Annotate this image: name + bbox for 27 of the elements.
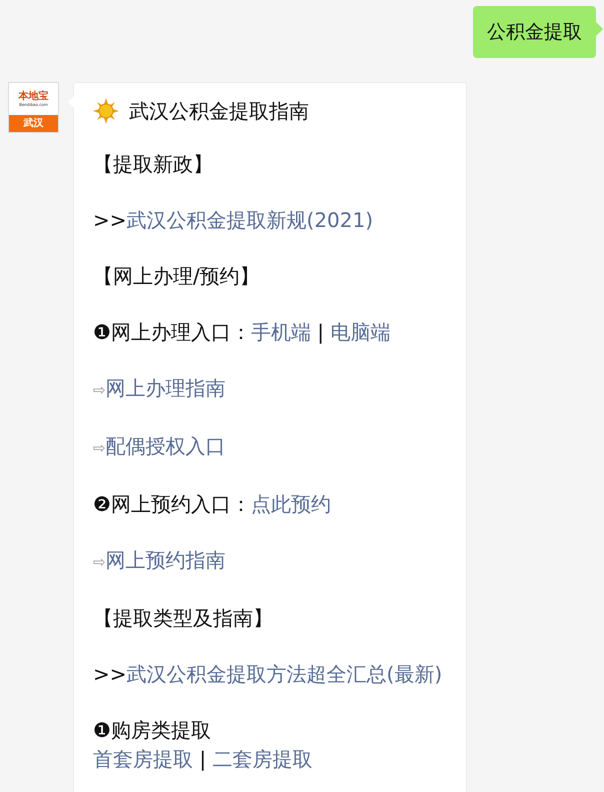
link[interactable]: 网上预约指南 bbox=[106, 548, 226, 572]
link[interactable]: 武汉公积金提取新规(2021) bbox=[126, 208, 374, 232]
link[interactable]: 首套房提取 bbox=[93, 747, 193, 771]
message-text: 公积金提取 bbox=[487, 20, 582, 45]
link[interactable]: 配偶授权入口 bbox=[106, 434, 226, 458]
text-line: >>武汉公积金提取新规(2021) bbox=[93, 207, 374, 234]
sun-icon bbox=[93, 98, 119, 124]
link[interactable]: 武汉公积金提取方法超全汇总(最新) bbox=[126, 662, 442, 686]
text-line: ❷网上预约入口：点此预约 bbox=[93, 491, 332, 518]
text-line: ❶购房类提取 bbox=[93, 717, 212, 744]
text-line: 【网上办理/预约】 bbox=[93, 263, 261, 290]
message-title: 武汉公积金提取指南 bbox=[129, 98, 309, 125]
link[interactable]: 电脑端 bbox=[330, 320, 390, 344]
text-line: >>武汉公积金提取方法超全汇总(最新) bbox=[93, 661, 444, 688]
text-line: ⇨网上预约指南 bbox=[93, 547, 227, 574]
text-line: ⇨网上办理指南 bbox=[93, 375, 227, 402]
city-label: 武汉 bbox=[24, 118, 44, 130]
text-line: ❶网上办理入口：手机端 | 电脑端 bbox=[93, 319, 392, 346]
link[interactable]: 点此预约 bbox=[250, 492, 331, 516]
link[interactable]: 网上办理指南 bbox=[106, 376, 226, 400]
link[interactable]: 二套房提取 bbox=[212, 747, 312, 771]
logo-text: 本地宝 bbox=[18, 91, 48, 102]
text-line: 首套房提取 | 二套房提取 bbox=[93, 746, 314, 773]
text-line: 【提取新政】 bbox=[93, 151, 214, 178]
text-line: 【提取类型及指南】 bbox=[93, 605, 274, 632]
text-line: ⇨配偶授权入口 bbox=[93, 433, 227, 460]
link[interactable]: 手机端 bbox=[250, 320, 311, 344]
